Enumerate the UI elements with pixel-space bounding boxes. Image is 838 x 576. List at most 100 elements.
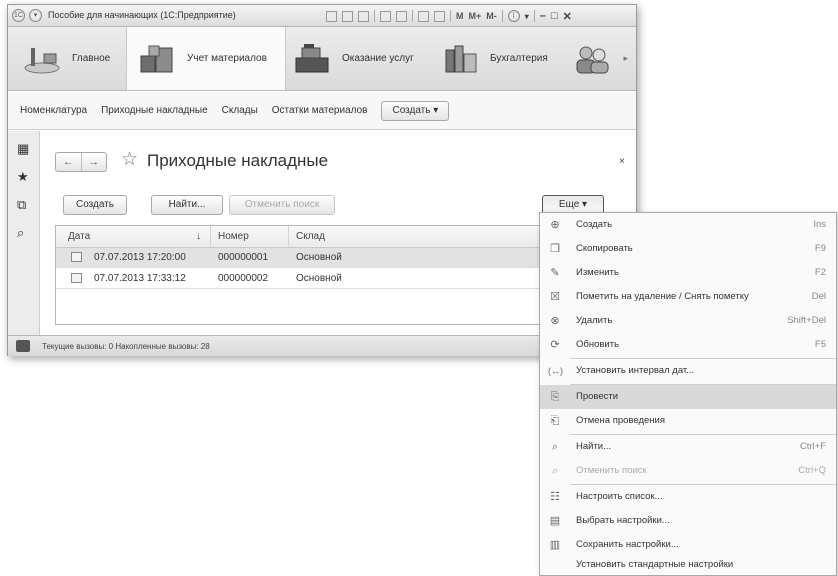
create-menu-button[interactable]: Создать ▾ [381, 100, 450, 121]
form-close-button[interactable]: × [619, 156, 625, 167]
toolbar-divider [533, 10, 535, 22]
menu-item-shortcut: Del [811, 291, 826, 302]
dropdown-icon[interactable]: ▾ [525, 12, 529, 21]
menu-item-shortcut: Shift+Del [787, 315, 826, 326]
menu-item-label: Провести [576, 391, 619, 402]
menu-item-label: Пометить на удаление / Снять пометку [576, 291, 749, 302]
boxes-icon [140, 45, 173, 72]
document-icon[interactable] [326, 10, 337, 22]
nav-link-receipts[interactable]: Приходные накладные [101, 105, 208, 116]
find-button[interactable]: Найти... [151, 195, 223, 215]
scroll-right-icon[interactable]: ▸ [623, 53, 628, 64]
cell-warehouse: Основной [296, 252, 342, 263]
post-icon: ⎘ [550, 391, 560, 403]
cell-date: 07.07.2013 17:20:00 [94, 252, 186, 263]
document-icon [71, 273, 82, 283]
menu-item-shortcut: F5 [814, 339, 826, 350]
menu-item-label: Установить стандартные настройки [576, 559, 734, 570]
menu-item-find[interactable]: ⌕ Найти... Ctrl+F [540, 435, 836, 459]
nav-link-warehouses[interactable]: Склады [222, 105, 258, 116]
section-services[interactable]: Оказание услуг [292, 27, 432, 90]
cell-number: 000000001 [218, 252, 269, 263]
toolbar-divider [412, 10, 413, 22]
nav-link-stock[interactable]: Остатки материалов [272, 105, 368, 116]
menu-item-default-settings[interactable]: Установить стандартные настройки [540, 553, 836, 576]
section-main[interactable]: Главное [22, 27, 126, 90]
menu-item-label: Отмена проведения [576, 415, 665, 426]
table-row[interactable]: 07.07.2013 17:20:00 000000001 Основной [56, 248, 574, 268]
cell-date: 07.07.2013 17:33:12 [94, 273, 186, 284]
memory-add-button[interactable]: M+ [469, 11, 482, 21]
column-number[interactable]: Номер [218, 231, 249, 242]
sort-desc-icon[interactable]: ↓ [196, 231, 201, 242]
list-settings-icon: ☷ [550, 491, 560, 503]
server-calls-icon[interactable] [16, 340, 30, 352]
document-icon [71, 252, 82, 262]
toolbar-divider [501, 10, 503, 22]
menu-item-edit[interactable]: ✎ Изменить F2 [540, 261, 836, 285]
search-icon[interactable]: ⌕ [17, 225, 24, 241]
all-functions-icon[interactable]: ▦ [17, 141, 29, 157]
create-button[interactable]: Создать [63, 195, 127, 215]
menu-item-label: Настроить список... [576, 491, 663, 502]
section-users[interactable] [572, 27, 616, 90]
column-divider[interactable] [210, 226, 211, 248]
column-date[interactable]: Дата [68, 231, 90, 242]
menu-item-create[interactable]: ⊕ Создать Ins [540, 213, 836, 237]
nav-link-nomenclature[interactable]: Номенклатура [20, 105, 87, 116]
menu-item-refresh[interactable]: ⟳ Обновить F5 [540, 333, 836, 357]
load-settings-icon: ▤ [549, 515, 561, 527]
home-icon[interactable] [396, 10, 407, 22]
unpost-icon: ⎗ [550, 415, 560, 427]
memory-subtract-button[interactable]: M- [486, 11, 497, 21]
table-header: Дата ↓ Номер Склад [56, 226, 574, 248]
menu-item-list-settings[interactable]: ☷ Настроить список... [540, 485, 836, 509]
column-divider[interactable] [288, 226, 289, 248]
favorite-icon[interactable] [380, 10, 391, 22]
cell-warehouse: Основной [296, 273, 342, 284]
left-panel: ▦ ★ ⧉ ⌕ [8, 131, 40, 335]
date-interval-icon: (↔) [548, 366, 563, 376]
info-icon[interactable]: i [507, 10, 520, 22]
calculator-icon[interactable] [418, 10, 429, 22]
calendar-icon[interactable] [434, 10, 445, 22]
forward-button[interactable]: → [82, 153, 107, 171]
menu-item-cancel-search[interactable]: ⌕ Отменить поиск Ctrl+Q [540, 459, 836, 483]
main-menu-icon[interactable]: ▾ [29, 9, 42, 22]
menu-item-label: Установить интервал дат... [576, 365, 695, 376]
menu-item-post[interactable]: ⎘ Провести [540, 385, 836, 409]
minimize-button[interactable]: – [540, 10, 546, 22]
favorites-icon[interactable]: ★ [17, 169, 29, 185]
refresh-icon: ⟳ [550, 339, 560, 351]
menu-item-date-interval[interactable]: (↔) Установить интервал дат... [540, 359, 836, 383]
menu-item-unpost[interactable]: ⎗ Отмена проведения [540, 409, 836, 433]
search-icon: ⌕ [551, 441, 559, 453]
memory-button[interactable]: M [456, 11, 464, 21]
favorite-star-icon[interactable]: ☆ [121, 148, 138, 171]
cancel-search-button[interactable]: Отменить поиск [229, 195, 335, 215]
title-toolbar: M M+ M- i ▾ – □ ✕ [326, 10, 572, 23]
history-icon[interactable]: ⧉ [17, 197, 26, 213]
back-button[interactable]: ← [56, 153, 82, 171]
preview-icon[interactable] [358, 10, 369, 22]
toolbar-divider [450, 10, 451, 22]
menu-item-label: Найти... [576, 441, 612, 452]
app-logo-icon[interactable]: 1С [12, 9, 25, 22]
section-accounting[interactable]: Бухгалтерия [440, 27, 564, 90]
section-label: Главное [72, 53, 111, 64]
menu-item-shortcut: F9 [814, 243, 826, 254]
menu-item-label: Отменить поиск [576, 465, 647, 476]
table-row[interactable]: 07.07.2013 17:33:12 000000002 Основной [56, 269, 574, 289]
menu-item-mark-delete[interactable]: ☒ Пометить на удаление / Снять пометку D… [540, 285, 836, 309]
section-materials[interactable]: Учет материалов [126, 27, 286, 90]
menu-item-label: Создать [576, 219, 613, 230]
menu-item-load-settings[interactable]: ▤ Выбрать настройки... [540, 509, 836, 533]
people-icon [576, 46, 609, 73]
menu-item-delete[interactable]: ⊗ Удалить Shift+Del [540, 309, 836, 333]
column-warehouse[interactable]: Склад [296, 231, 325, 242]
close-button[interactable]: ✕ [563, 10, 572, 23]
print-icon[interactable] [342, 10, 353, 22]
maximize-button[interactable]: □ [551, 10, 558, 22]
menu-item-shortcut: Ins [813, 219, 826, 230]
menu-item-copy[interactable]: ❐ Скопировать F9 [540, 237, 836, 261]
